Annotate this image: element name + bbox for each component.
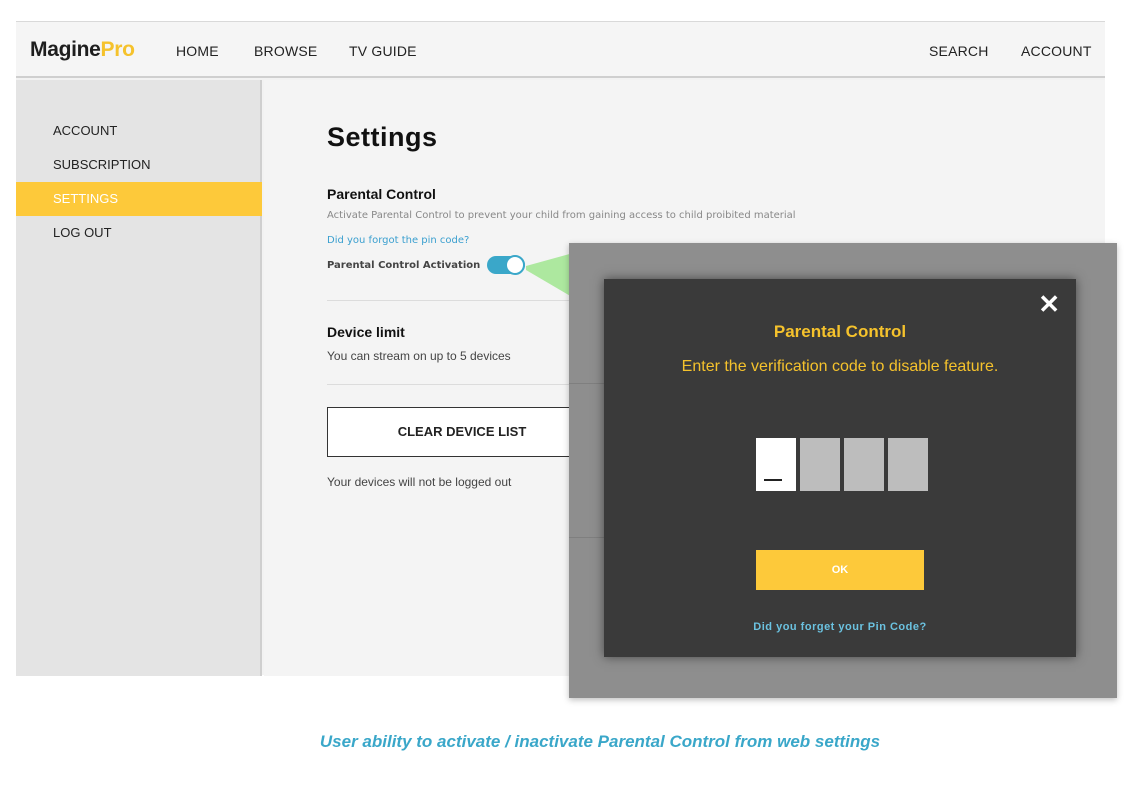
toggle-knob (505, 255, 525, 275)
parental-activation-label: Parental Control Activation (327, 260, 481, 271)
section-divider (327, 384, 577, 385)
device-limit-description: You can stream on up to 5 devices (327, 349, 511, 363)
sidebar-item-account[interactable]: ACCOUNT (16, 114, 262, 148)
pin-digit-4[interactable] (888, 438, 928, 491)
dialog-subtitle: Enter the verification code to disable f… (681, 358, 999, 375)
clear-device-list-button[interactable]: CLEAR DEVICE LIST (327, 407, 597, 457)
sidebar-item-log-out[interactable]: LOG OUT (16, 216, 262, 250)
magine-pro-logo[interactable]: MaginePro (30, 38, 135, 62)
logo-main-text: Magine (30, 38, 101, 61)
pin-digit-3[interactable] (844, 438, 884, 491)
nav-account[interactable]: ACCOUNT (1021, 43, 1092, 59)
parental-control-heading: Parental Control (327, 186, 436, 202)
modal-overlay[interactable]: ✕ Parental Control Enter the verificatio… (569, 243, 1117, 698)
page-title: Settings (327, 122, 438, 152)
nav-browse[interactable]: BROWSE (254, 43, 317, 59)
pin-digit-1[interactable] (756, 438, 796, 491)
sidebar-item-settings[interactable]: SETTINGS (16, 182, 262, 216)
device-limit-heading: Device limit (327, 324, 405, 340)
sidebar-item-subscription[interactable]: SUBSCRIPTION (16, 148, 262, 182)
pin-digit-2[interactable] (800, 438, 840, 491)
forgot-pin-link[interactable]: Did you forgot the pin code? (327, 235, 469, 246)
parental-control-description: Activate Parental Control to prevent you… (327, 210, 796, 221)
parental-control-dialog: ✕ Parental Control Enter the verificatio… (604, 279, 1076, 657)
settings-sidebar: ACCOUNT SUBSCRIPTION SETTINGS LOG OUT (16, 80, 262, 676)
figure-caption: User ability to activate / inactivate Pa… (319, 732, 881, 751)
nav-home[interactable]: HOME (176, 43, 219, 59)
nav-search[interactable]: SEARCH (929, 43, 989, 59)
forgot-pin-code-link[interactable]: Did you forget your Pin Code? (604, 621, 1076, 633)
devices-note: Your devices will not be logged out (327, 475, 512, 489)
parental-control-toggle[interactable] (487, 255, 525, 275)
ok-button[interactable]: OK (756, 550, 924, 590)
close-icon[interactable]: ✕ (1038, 289, 1060, 320)
section-divider (327, 300, 577, 301)
dialog-title: Parental Control (773, 322, 907, 341)
nav-tv-guide[interactable]: TV GUIDE (349, 43, 417, 59)
top-navigation-bar: MaginePro HOME BROWSE TV GUIDE SEARCH AC… (16, 22, 1105, 78)
text-cursor (764, 479, 782, 481)
logo-accent-text: Pro (100, 38, 135, 61)
